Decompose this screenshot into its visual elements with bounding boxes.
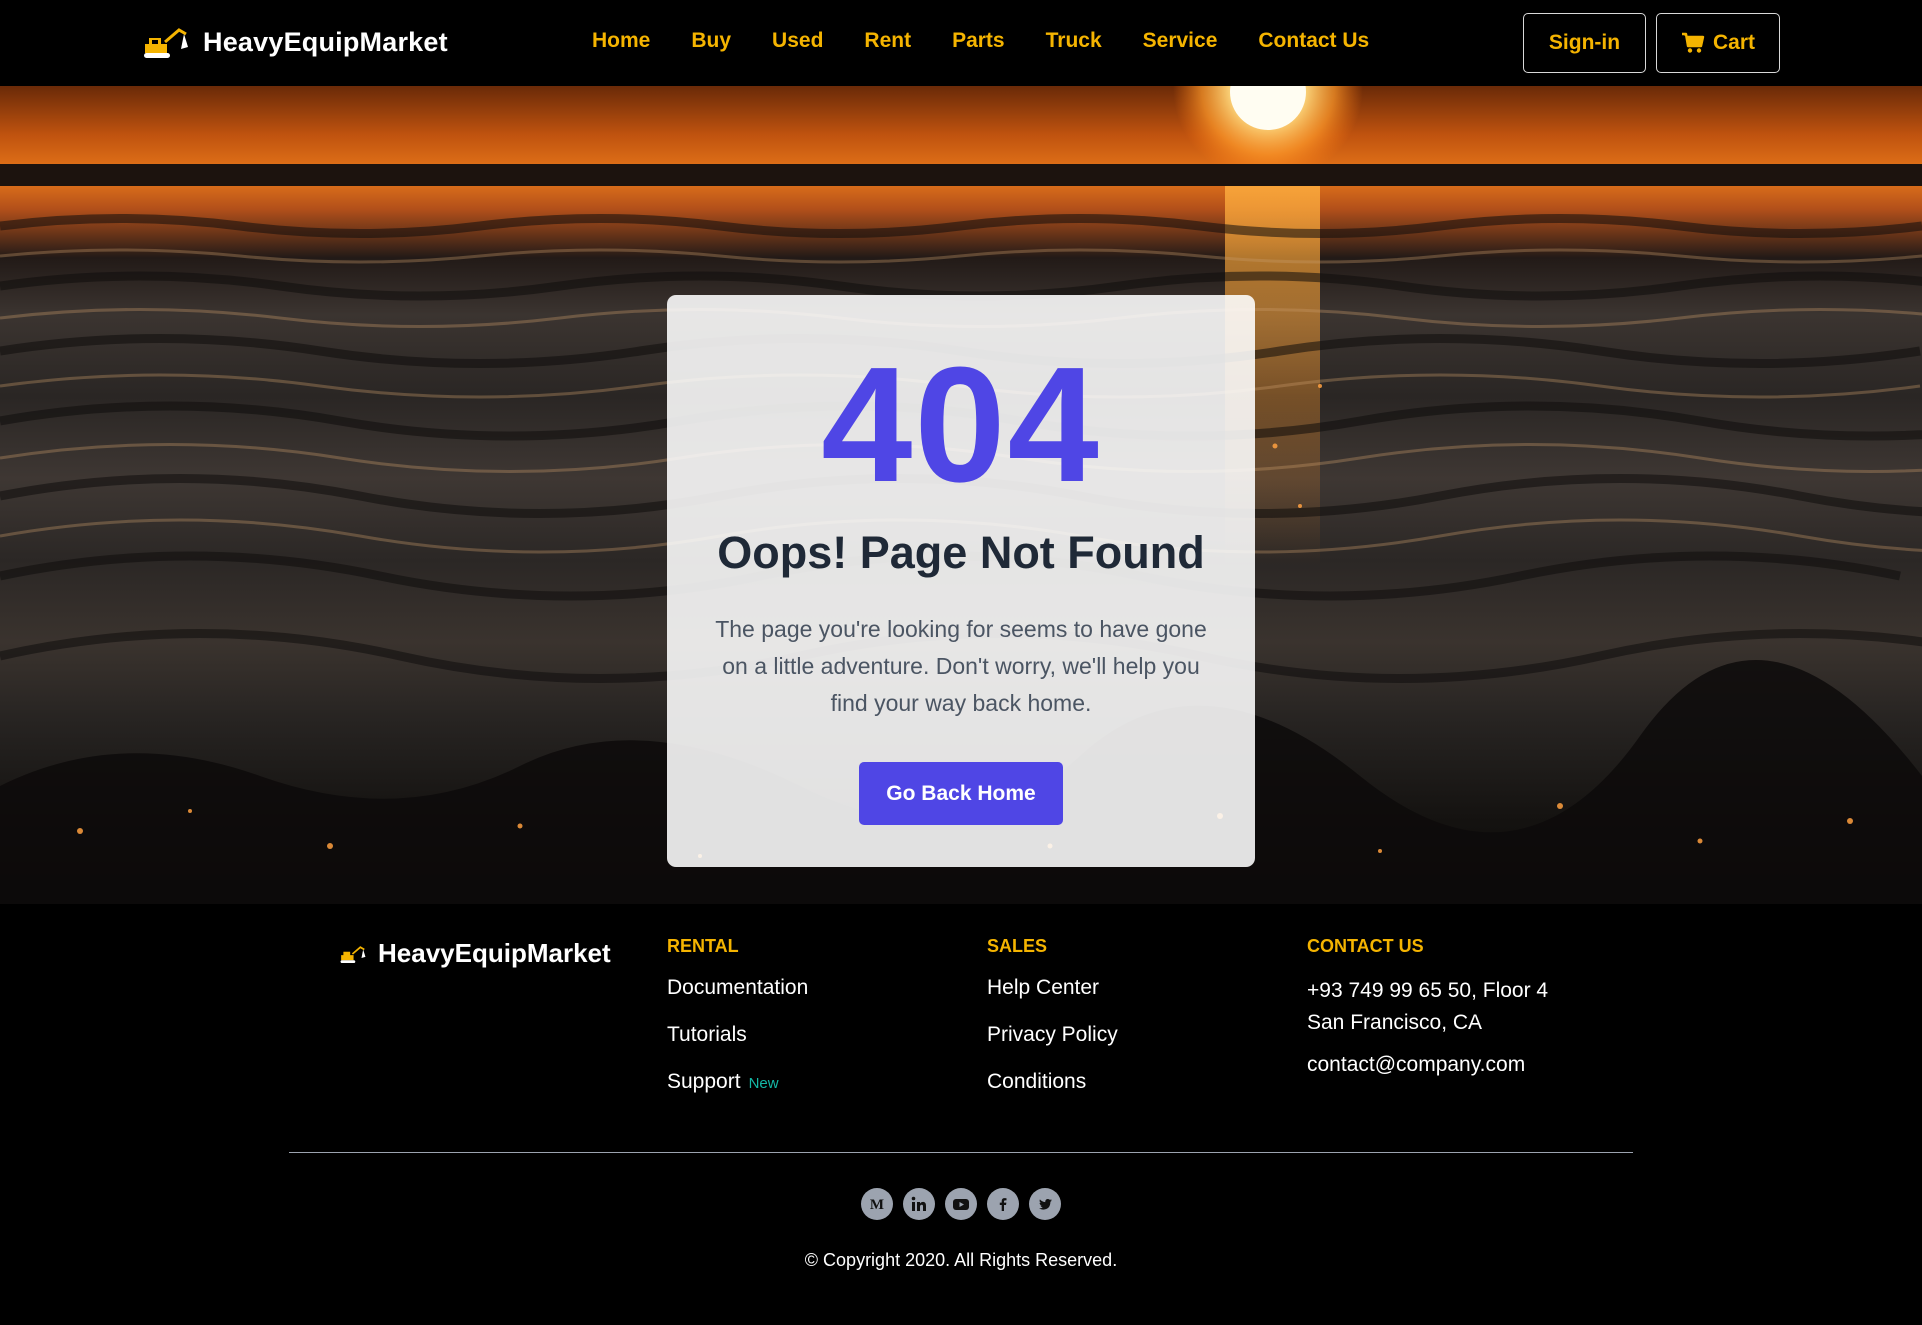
- footer-divider: [289, 1152, 1633, 1153]
- nav-rent[interactable]: Rent: [864, 29, 911, 53]
- nav-home[interactable]: Home: [592, 29, 650, 53]
- error-title: Oops! Page Not Found: [717, 527, 1205, 578]
- youtube-icon[interactable]: [945, 1188, 977, 1220]
- new-badge: New: [748, 1075, 779, 1092]
- contact-address-line2: San Francisco, CA: [1307, 1011, 1483, 1034]
- nav-service[interactable]: Service: [1143, 29, 1218, 53]
- brand-name: HeavyEquipMarket: [203, 26, 448, 57]
- contact-address: +93 749 99 65 50, Floor 4 San Francisco,…: [1307, 975, 1548, 1039]
- nav-contact-us[interactable]: Contact Us: [1258, 29, 1369, 53]
- error-code: 404: [821, 333, 1101, 516]
- error-message: The page you're looking for seems to hav…: [715, 616, 1207, 716]
- error-card: 404 Oops! Page Not Found The page you're…: [667, 295, 1255, 867]
- top-navbar: HeavyEquipMarket Home Buy Used Rent Part…: [0, 0, 1922, 86]
- footer-link-documentation[interactable]: Documentation: [667, 975, 808, 1001]
- copyright-text: © Copyright 2020. All Rights Reserved.: [804, 1250, 1118, 1270]
- footer-link-tutorials[interactable]: Tutorials: [667, 1022, 808, 1048]
- nav-used[interactable]: Used: [772, 29, 823, 53]
- footer-heading-contact: CONTACT US: [1307, 936, 1424, 956]
- footer-column-rental: RENTAL Documentation Tutorials Support Ne…: [667, 936, 808, 1118]
- sign-in-label: Sign-in: [1548, 31, 1621, 54]
- footer-link-conditions[interactable]: Conditions: [987, 1069, 1118, 1095]
- contact-address-line1: +93 749 99 65 50, Floor 4: [1307, 979, 1549, 1002]
- excavator-logo-icon: [144, 28, 188, 58]
- nav-parts[interactable]: Parts: [952, 29, 1005, 53]
- linkedin-icon[interactable]: [903, 1188, 935, 1220]
- footer-brand[interactable]: HeavyEquipMarket: [340, 938, 611, 969]
- main-nav: Home Buy Used Rent Parts Truck Service C…: [592, 29, 1369, 53]
- footer-link-help-center[interactable]: Help Center: [987, 975, 1118, 1001]
- cart-button[interactable]: Cart: [1656, 13, 1780, 73]
- footer-column-sales: SALES Help Center Privacy Policy Conditi…: [987, 936, 1118, 1116]
- footer-heading-rental: RENTAL: [667, 936, 739, 956]
- footer-link-privacy-policy[interactable]: Privacy Policy: [987, 1022, 1118, 1048]
- nav-buy[interactable]: Buy: [691, 29, 731, 53]
- footer-link-support[interactable]: Support New: [667, 1069, 808, 1097]
- site-footer: HeavyEquipMarket RENTAL Documentation Tu…: [0, 904, 1922, 1325]
- cart-label: Cart: [1712, 31, 1755, 54]
- footer-heading-sales: SALES: [987, 936, 1048, 956]
- footer-brand-name: HeavyEquipMarket: [378, 938, 611, 968]
- contact-email-link[interactable]: contact@company.com: [1307, 1052, 1548, 1078]
- svg-text:M: M: [870, 1197, 884, 1213]
- social-links: M: [861, 1188, 1061, 1220]
- facebook-icon[interactable]: [987, 1188, 1019, 1220]
- shopping-cart-icon: [1681, 32, 1705, 53]
- footer-column-contact: CONTACT US +93 749 99 65 50, Floor 4 San…: [1307, 936, 1548, 1099]
- go-back-home-button[interactable]: Go Back Home: [859, 762, 1063, 825]
- nav-truck[interactable]: Truck: [1046, 29, 1102, 53]
- excavator-logo-icon: [340, 945, 366, 963]
- footer-link-support-label: Support: [667, 1070, 741, 1093]
- twitter-icon[interactable]: [1029, 1188, 1061, 1220]
- brand-link[interactable]: HeavyEquipMarket: [143, 25, 448, 59]
- medium-icon[interactable]: M: [861, 1188, 893, 1220]
- hero-background-image: 404 Oops! Page Not Found The page you're…: [0, 86, 1922, 904]
- sign-in-button[interactable]: Sign-in: [1523, 13, 1646, 73]
